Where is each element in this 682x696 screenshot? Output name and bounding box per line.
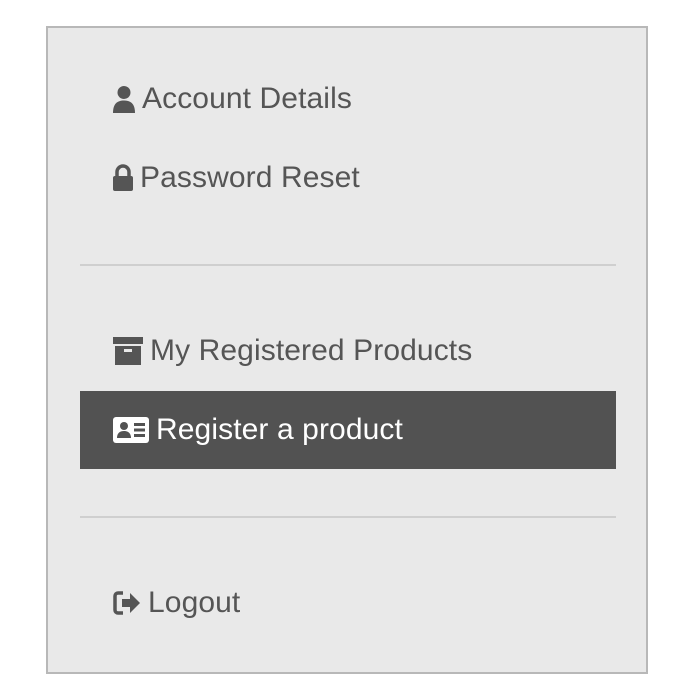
menu-divider	[80, 516, 616, 518]
menu-item-register-product[interactable]: Register a product	[80, 391, 616, 469]
user-icon	[112, 85, 136, 113]
menu-item-label: Password Reset	[140, 161, 360, 194]
archive-icon	[112, 336, 144, 366]
menu-item-logout[interactable]: Logout	[80, 564, 616, 642]
menu-divider	[80, 264, 616, 266]
menu-item-label: Account Details	[142, 82, 352, 115]
id-card-icon	[112, 416, 150, 444]
sign-out-icon	[112, 590, 142, 616]
menu-item-label: My Registered Products	[150, 334, 473, 367]
menu-item-password-reset[interactable]: Password Reset	[80, 139, 616, 217]
account-menu-panel: Account Details Password Reset My Regist…	[46, 26, 648, 674]
menu-item-account-details[interactable]: Account Details	[80, 60, 616, 138]
menu-item-my-registered-products[interactable]: My Registered Products	[80, 312, 616, 390]
menu-item-label: Logout	[148, 586, 241, 619]
menu-item-label: Register a product	[156, 413, 403, 446]
lock-icon	[112, 164, 134, 192]
